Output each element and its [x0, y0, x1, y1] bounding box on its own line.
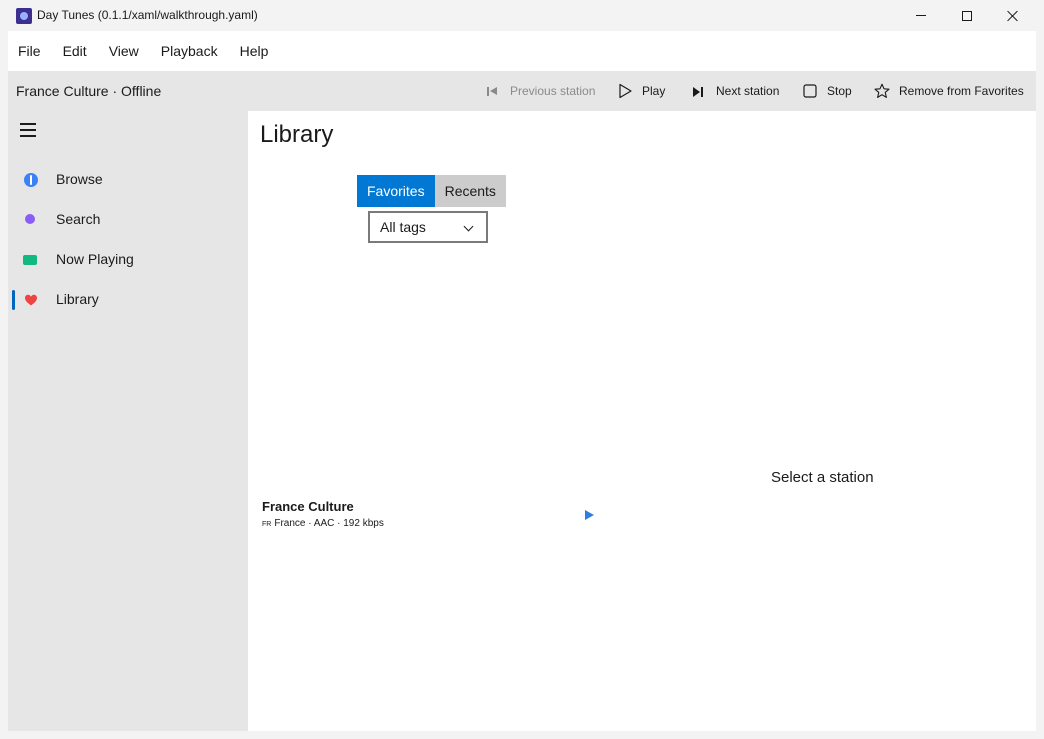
tag-filter-dropdown[interactable]: All tags [368, 211, 488, 243]
play-label: Play [642, 84, 666, 98]
nav-label-now-playing: Now Playing [56, 251, 134, 267]
library-tabs: Favorites Recents [357, 175, 506, 207]
chevron-down-icon [463, 221, 474, 232]
station-name: France Culture [262, 499, 354, 514]
tab-recents[interactable]: Recents [434, 175, 506, 207]
selection-indicator [12, 290, 15, 310]
nav-label-library: Library [56, 291, 99, 307]
now-playing-status: France Culture · Offline [16, 83, 162, 99]
close-button[interactable] [990, 0, 1036, 31]
menu-file[interactable]: File [8, 31, 52, 71]
app-icon [16, 8, 32, 24]
search-icon [25, 214, 35, 224]
menu-view[interactable]: View [98, 31, 150, 71]
tab-favorites[interactable]: Favorites [357, 175, 435, 207]
detail-placeholder: Select a station [771, 469, 874, 486]
nav-item-search[interactable]: Search [8, 200, 248, 240]
country-flag: FR [262, 521, 272, 528]
nav-label-browse: Browse [56, 171, 103, 187]
menu-edit[interactable]: Edit [52, 31, 98, 71]
stop-icon [802, 83, 818, 99]
menu-playback[interactable]: Playback [150, 31, 229, 71]
remove-favorite-button[interactable]: Remove from Favorites [874, 71, 1024, 111]
menu-bar: File Edit View Playback Help [8, 31, 1036, 71]
page-title: Library [260, 121, 334, 148]
remove-favorite-label: Remove from Favorites [899, 84, 1024, 98]
nav-item-library[interactable]: Library [8, 280, 248, 320]
heart-icon [24, 293, 38, 307]
nav-item-now-playing[interactable]: Now Playing [8, 240, 248, 280]
next-station-label: Next station [716, 84, 780, 98]
previous-station-button[interactable]: Previous station [485, 71, 595, 111]
main-content: Library Favorites Recents All tags Franc… [248, 111, 1036, 731]
play-button[interactable]: Play [617, 71, 665, 111]
previous-icon [485, 83, 501, 99]
tag-filter-value: All tags [380, 219, 426, 235]
nav-label-search: Search [56, 211, 101, 227]
nav-item-browse[interactable]: Browse [8, 160, 248, 200]
title-bar: Day Tunes (0.1.1/xaml/walkthrough.yaml) [0, 0, 1044, 31]
hamburger-menu-icon[interactable] [20, 123, 36, 137]
station-play-icon[interactable] [583, 509, 595, 521]
close-icon [1007, 10, 1019, 22]
play-icon [617, 83, 633, 99]
navigation-pane: Browse Search Now Playing Library [8, 111, 248, 731]
stop-button[interactable]: Stop [802, 71, 852, 111]
previous-station-label: Previous station [510, 84, 596, 98]
compass-icon [24, 173, 38, 187]
next-icon [691, 83, 707, 99]
stop-label: Stop [827, 84, 852, 98]
maximize-button[interactable] [944, 0, 990, 31]
list-item[interactable]: France Culture FR France · AAC · 192 kbps [262, 499, 602, 535]
maximize-icon [962, 10, 972, 21]
station-details: France · AAC · 192 kbps [274, 518, 384, 529]
menu-help[interactable]: Help [229, 31, 280, 71]
station-meta: FR France · AAC · 192 kbps [262, 518, 384, 529]
minimize-button[interactable] [898, 0, 944, 31]
next-station-button[interactable]: Next station [691, 71, 779, 111]
command-bar: France Culture · Offline Previous statio… [8, 71, 1036, 111]
star-icon [874, 83, 890, 99]
minimize-icon [916, 15, 926, 16]
now-playing-icon [23, 255, 37, 265]
window-title: Day Tunes (0.1.1/xaml/walkthrough.yaml) [37, 8, 258, 22]
